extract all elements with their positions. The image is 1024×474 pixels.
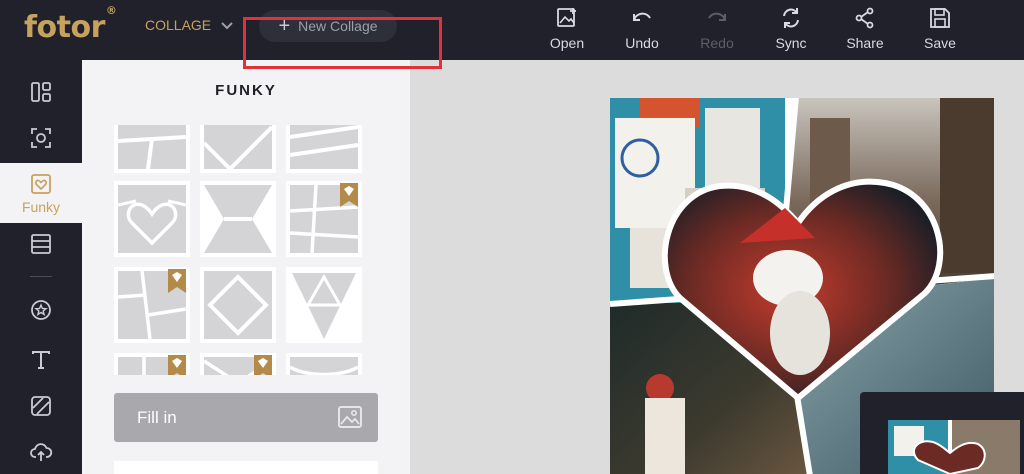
panel-title: FUNKY: [215, 82, 277, 99]
highlight-annotation-box: [243, 17, 442, 69]
left-sidebar: Funky: [0, 60, 82, 474]
open-label: Open: [549, 35, 585, 51]
save-button[interactable]: Save: [908, 6, 972, 56]
fill-in-label: Fill in: [137, 407, 177, 427]
cloud-upload-icon: [30, 443, 53, 461]
template-tile[interactable]: [200, 353, 276, 375]
rows-icon: [31, 234, 51, 254]
chevron-down-icon: [221, 18, 233, 33]
image-icon: [338, 406, 362, 428]
star-circle-icon: [31, 300, 51, 320]
share-label: Share: [846, 35, 884, 51]
mode-label: COLLAGE: [145, 17, 212, 33]
template-panel: FUNKY Fill in: [82, 60, 410, 474]
layout-grid-icon: [31, 82, 51, 102]
sync-icon: [783, 8, 799, 28]
mode-dropdown[interactable]: COLLAGE: [145, 17, 233, 33]
sync-button[interactable]: Sync: [759, 6, 823, 56]
top-bar: fotor® COLLAGE + New Collage Open Undo R…: [0, 0, 1024, 60]
save-label: Save: [924, 35, 956, 51]
text-t-icon: [32, 351, 50, 369]
background-pattern-icon: [31, 396, 51, 416]
sidebar-item-stitching[interactable]: [0, 214, 82, 274]
share-button[interactable]: Share: [833, 6, 897, 56]
template-tile[interactable]: [286, 267, 362, 343]
template-grid: [112, 125, 372, 375]
sidebar-item-smart[interactable]: [0, 108, 82, 168]
redo-label: Redo: [700, 35, 734, 51]
template-tile[interactable]: [200, 181, 276, 257]
redo-icon: [708, 12, 726, 21]
fotor-logo[interactable]: fotor®: [24, 4, 117, 45]
redo-button[interactable]: Redo: [685, 6, 749, 56]
template-tile[interactable]: [286, 125, 362, 173]
heart-frame-icon: [31, 173, 51, 194]
focus-frame-icon: [31, 128, 51, 148]
template-tile[interactable]: [114, 353, 190, 375]
template-tile[interactable]: [114, 125, 190, 173]
save-icon: [930, 8, 950, 28]
undo-label: Undo: [625, 35, 659, 51]
template-tile[interactable]: [286, 353, 362, 375]
fill-in-button[interactable]: Fill in: [114, 393, 378, 442]
logo-text: fotor: [24, 10, 105, 45]
share-icon: [855, 7, 874, 29]
open-button[interactable]: Open: [535, 6, 599, 56]
template-tile[interactable]: [286, 181, 362, 257]
open-image-icon: [557, 8, 576, 27]
minimap-preview: [888, 420, 1020, 474]
undo-icon: [633, 12, 651, 21]
sidebar-item-label: Funky: [21, 198, 61, 215]
template-tile[interactable]: [200, 267, 276, 343]
sync-label: Sync: [775, 35, 807, 51]
panel-next-option[interactable]: [114, 461, 378, 474]
template-tile[interactable]: [200, 125, 276, 173]
sidebar-item-upload[interactable]: [0, 422, 82, 474]
undo-button[interactable]: Undo: [610, 6, 674, 56]
template-tile[interactable]: [114, 267, 190, 343]
registered-mark: ®: [105, 4, 117, 17]
canvas-minimap[interactable]: [860, 392, 1024, 474]
template-tile[interactable]: [114, 181, 190, 257]
sidebar-divider: [30, 276, 52, 277]
